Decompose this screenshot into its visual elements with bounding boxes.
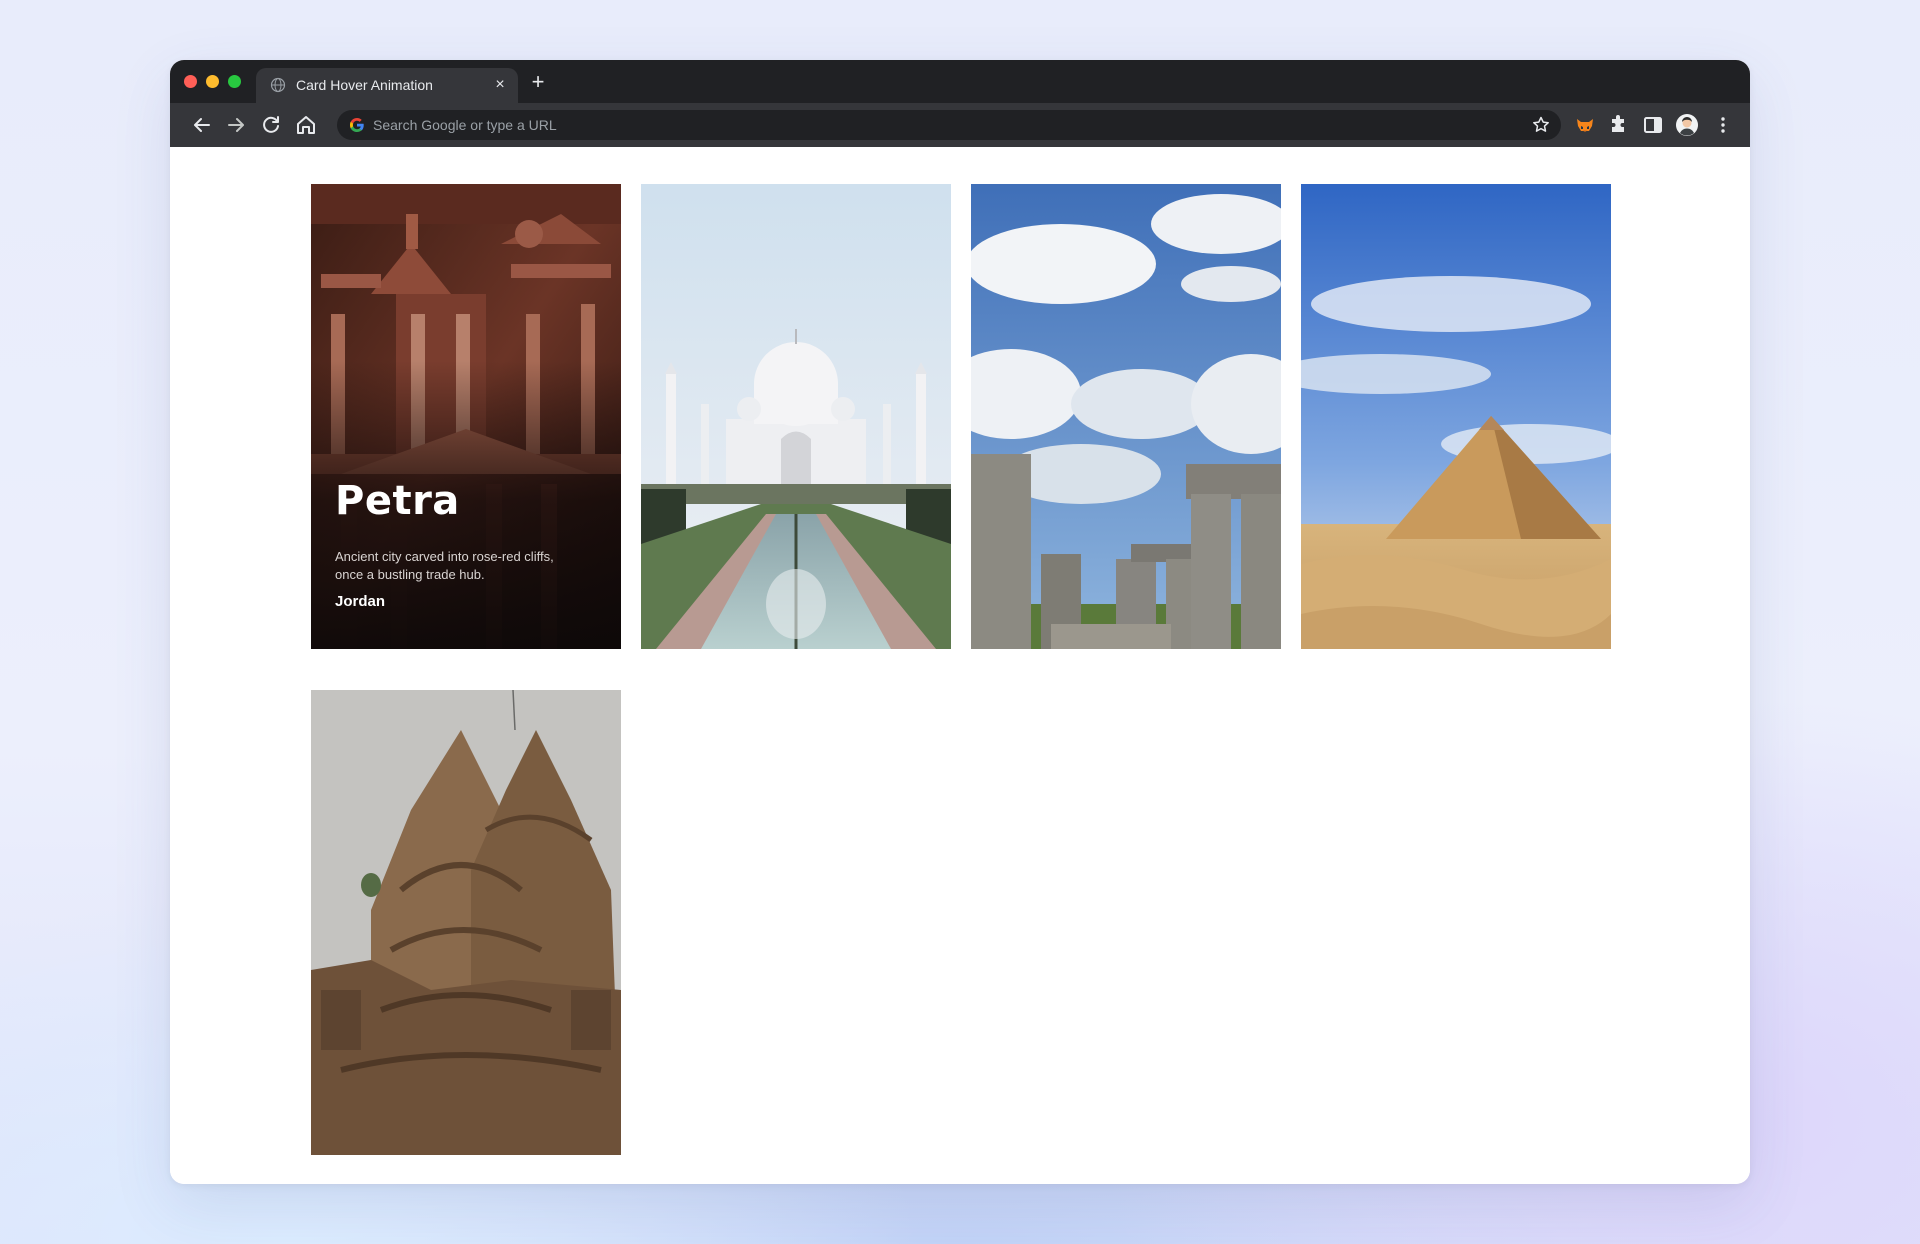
new-tab-button[interactable]: + xyxy=(526,70,550,94)
card-description: Ancient city carved into rose-red cliffs… xyxy=(335,549,554,582)
address-bar[interactable] xyxy=(337,110,1561,140)
kebab-menu-icon[interactable] xyxy=(1711,113,1735,137)
puzzle-icon[interactable] xyxy=(1607,113,1631,137)
card-image xyxy=(311,690,621,1155)
page-content: Petra Ancient city carved into rose-red … xyxy=(170,147,1750,1184)
card-image xyxy=(971,184,1281,649)
card-title: Petra xyxy=(335,478,460,524)
card-location: Jordan xyxy=(335,593,386,610)
card-stonehenge[interactable] xyxy=(971,184,1281,649)
card-petra[interactable]: Petra Ancient city carved into rose-red … xyxy=(311,184,621,649)
browser-toolbar xyxy=(170,103,1750,147)
fox-extension-icon[interactable] xyxy=(1573,113,1597,137)
card-image xyxy=(641,184,951,649)
tab-title: Card Hover Animation xyxy=(296,77,433,93)
forward-arrow-icon[interactable] xyxy=(224,113,248,137)
card-angkor[interactable] xyxy=(311,690,621,1155)
star-icon[interactable] xyxy=(1531,115,1551,135)
card-image xyxy=(1301,184,1611,649)
search-input[interactable] xyxy=(373,110,1513,140)
card-pyramid[interactable] xyxy=(1301,184,1611,649)
google-logo-icon xyxy=(350,118,364,132)
minimize-window-button[interactable] xyxy=(206,75,219,88)
reload-icon[interactable] xyxy=(259,113,283,137)
browser-window: Card Hover Animation × + Search Google o… xyxy=(170,60,1750,1184)
avatar[interactable] xyxy=(1675,113,1699,137)
side-panel-icon[interactable] xyxy=(1641,113,1665,137)
close-window-button[interactable] xyxy=(184,75,197,88)
card-taj-mahal[interactable] xyxy=(641,184,951,649)
home-icon[interactable] xyxy=(294,113,318,137)
maximize-window-button[interactable] xyxy=(228,75,241,88)
back-arrow-icon[interactable] xyxy=(190,113,214,137)
browser-tab[interactable]: Card Hover Animation × xyxy=(256,68,518,103)
globe-icon xyxy=(270,77,286,93)
title-bar: Card Hover Animation × + xyxy=(170,60,1750,103)
tab-close-button[interactable]: × xyxy=(490,75,510,95)
